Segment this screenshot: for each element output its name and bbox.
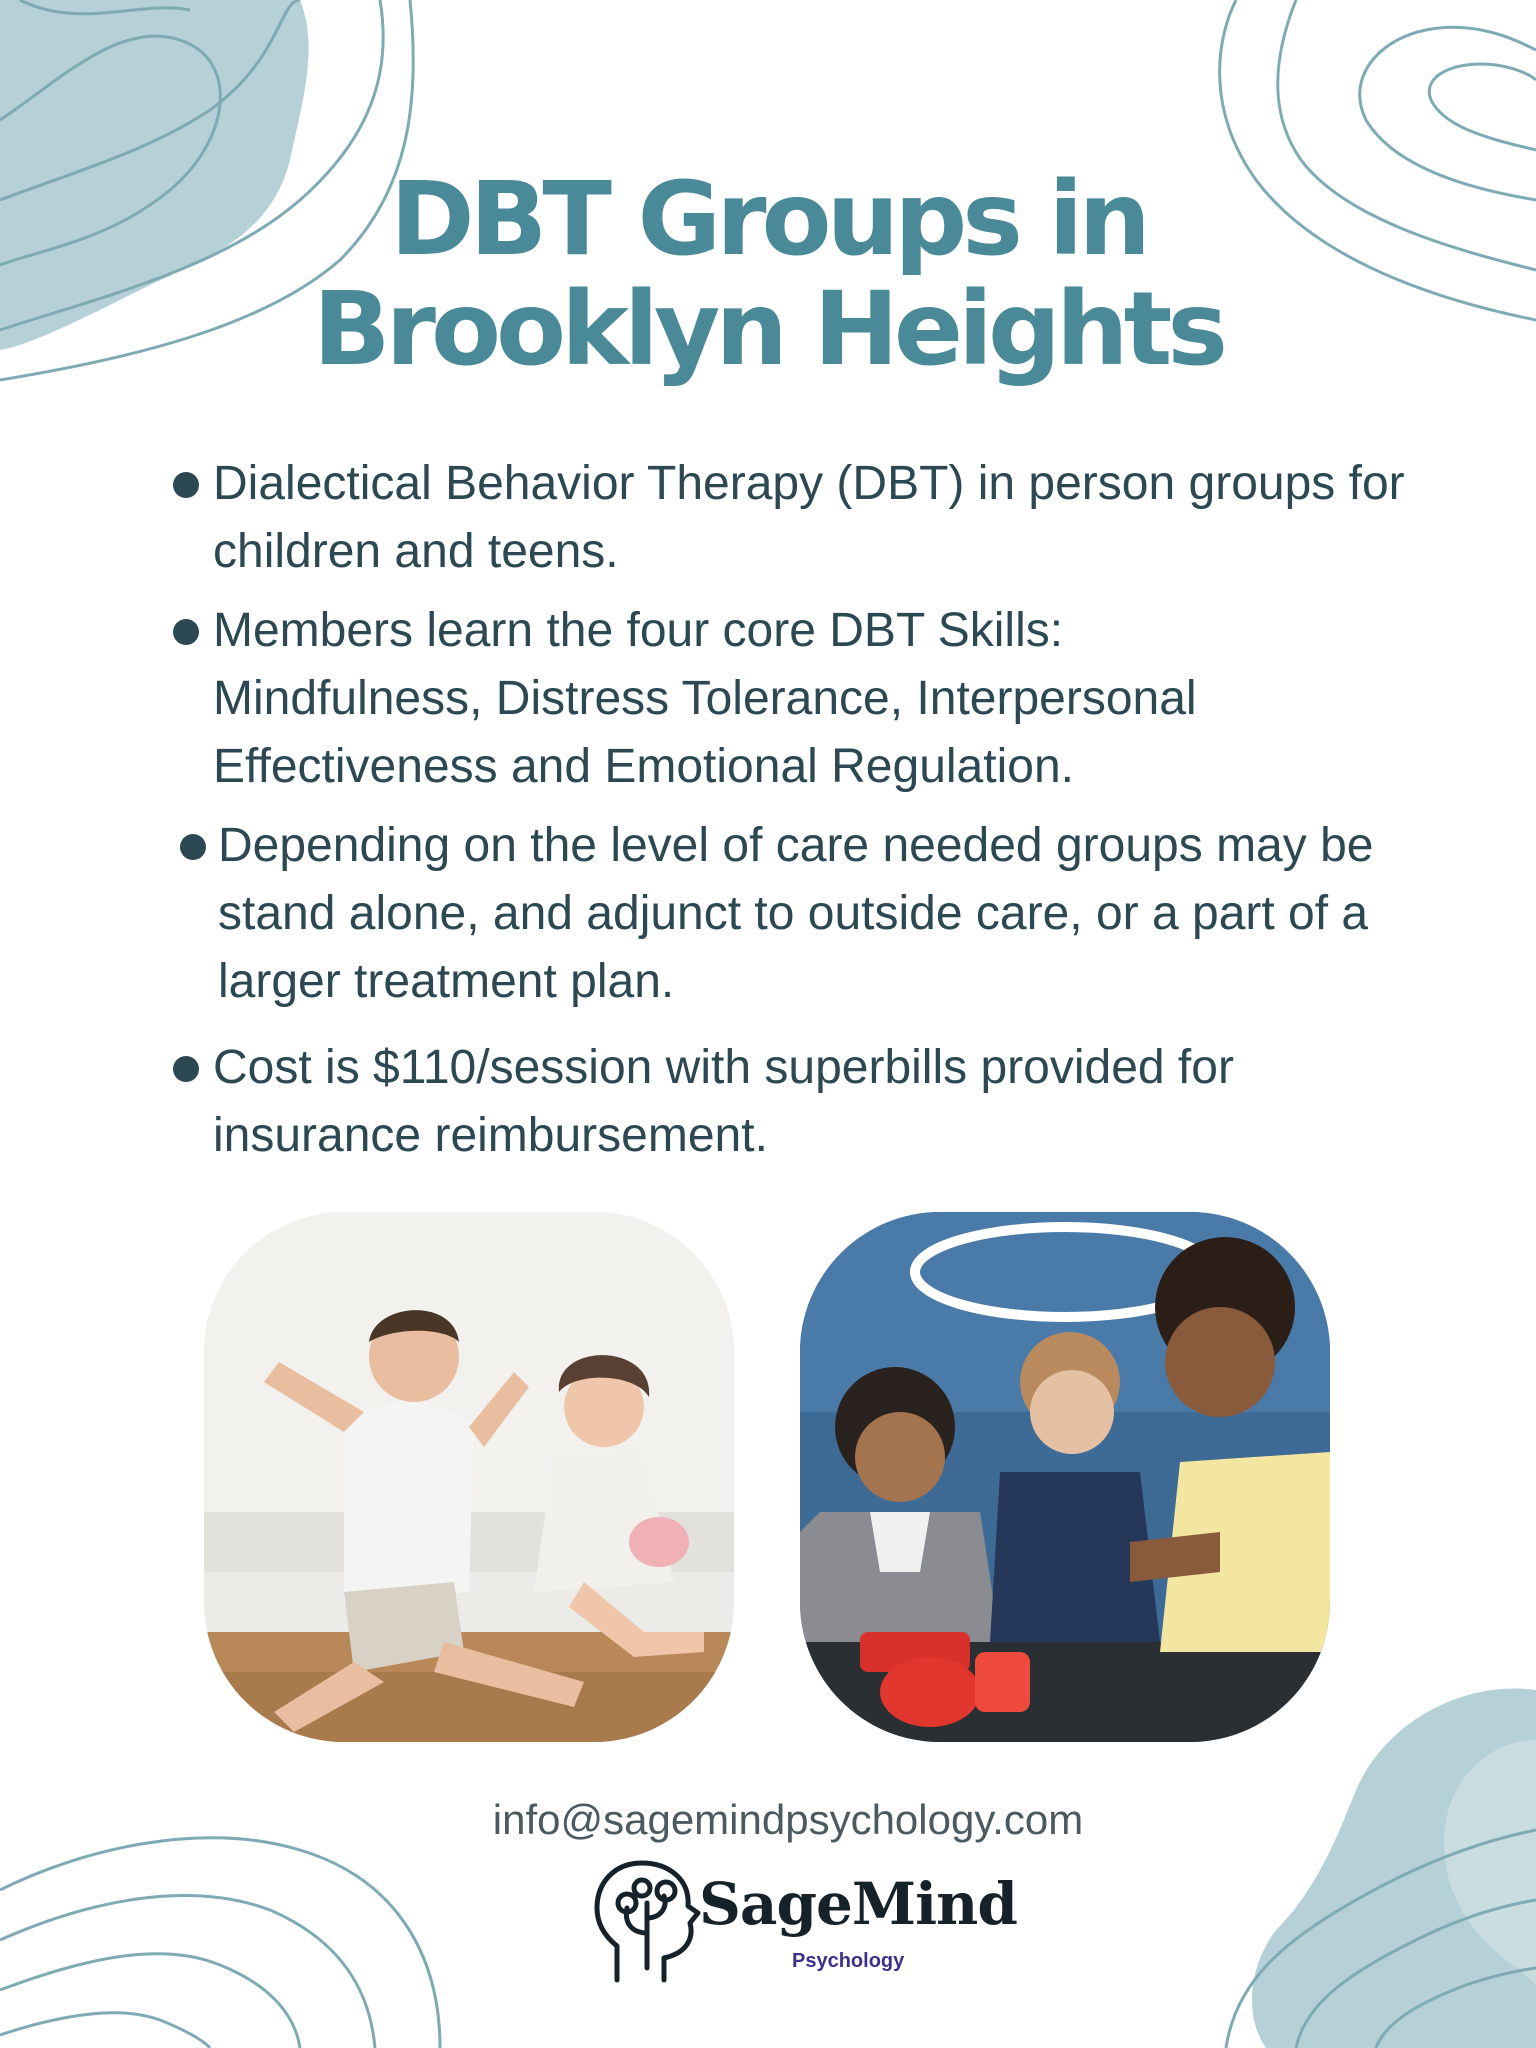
bullet-item: Depending on the level of care needed gr…: [170, 812, 1420, 1016]
bullet-dot-icon: [180, 834, 206, 860]
sagemind-logo: SageMind Psychology: [592, 1858, 1018, 1988]
bullet-dot-icon: [173, 1056, 199, 1082]
bullet-item: Cost is $110/session with superbills pro…: [170, 1034, 1420, 1170]
logo-wordmark: SageMind: [699, 1870, 1018, 1938]
head-with-tree-icon: [594, 1860, 701, 1983]
bullet-text: Cost is $110/session with superbills pro…: [213, 1041, 1234, 1162]
bullet-item: Members learn the four core DBT Skills: …: [170, 597, 1420, 801]
bullet-dot-icon: [173, 472, 199, 498]
bullet-item: Dialectical Behavior Therapy (DBT) in pe…: [170, 450, 1420, 586]
bullet-dot-icon: [173, 619, 199, 645]
title-line-1: DBT Groups in: [389, 160, 1151, 279]
bullet-text: Dialectical Behavior Therapy (DBT) in pe…: [213, 457, 1405, 578]
decoration-bottom-right: [1224, 1688, 1536, 2048]
title-line-2: Brooklyn Heights: [312, 270, 1228, 389]
logo-subtitle: Psychology: [792, 1950, 905, 1972]
decoration-bottom-left: [0, 1836, 442, 2048]
page-title: DBT Groups in Brooklyn Heights: [0, 165, 1536, 385]
contact-email[interactable]: info@sagemindpsychology.com: [0, 1796, 1536, 1844]
info-bullet-list: Dialectical Behavior Therapy (DBT) in pe…: [170, 450, 1420, 1181]
photo-kids-making-faces: [204, 1212, 734, 1742]
bullet-text: Depending on the level of care needed gr…: [218, 819, 1374, 1008]
bullet-text: Members learn the four core DBT Skills: …: [213, 604, 1197, 793]
photo-teens-building-robot: [800, 1212, 1330, 1742]
